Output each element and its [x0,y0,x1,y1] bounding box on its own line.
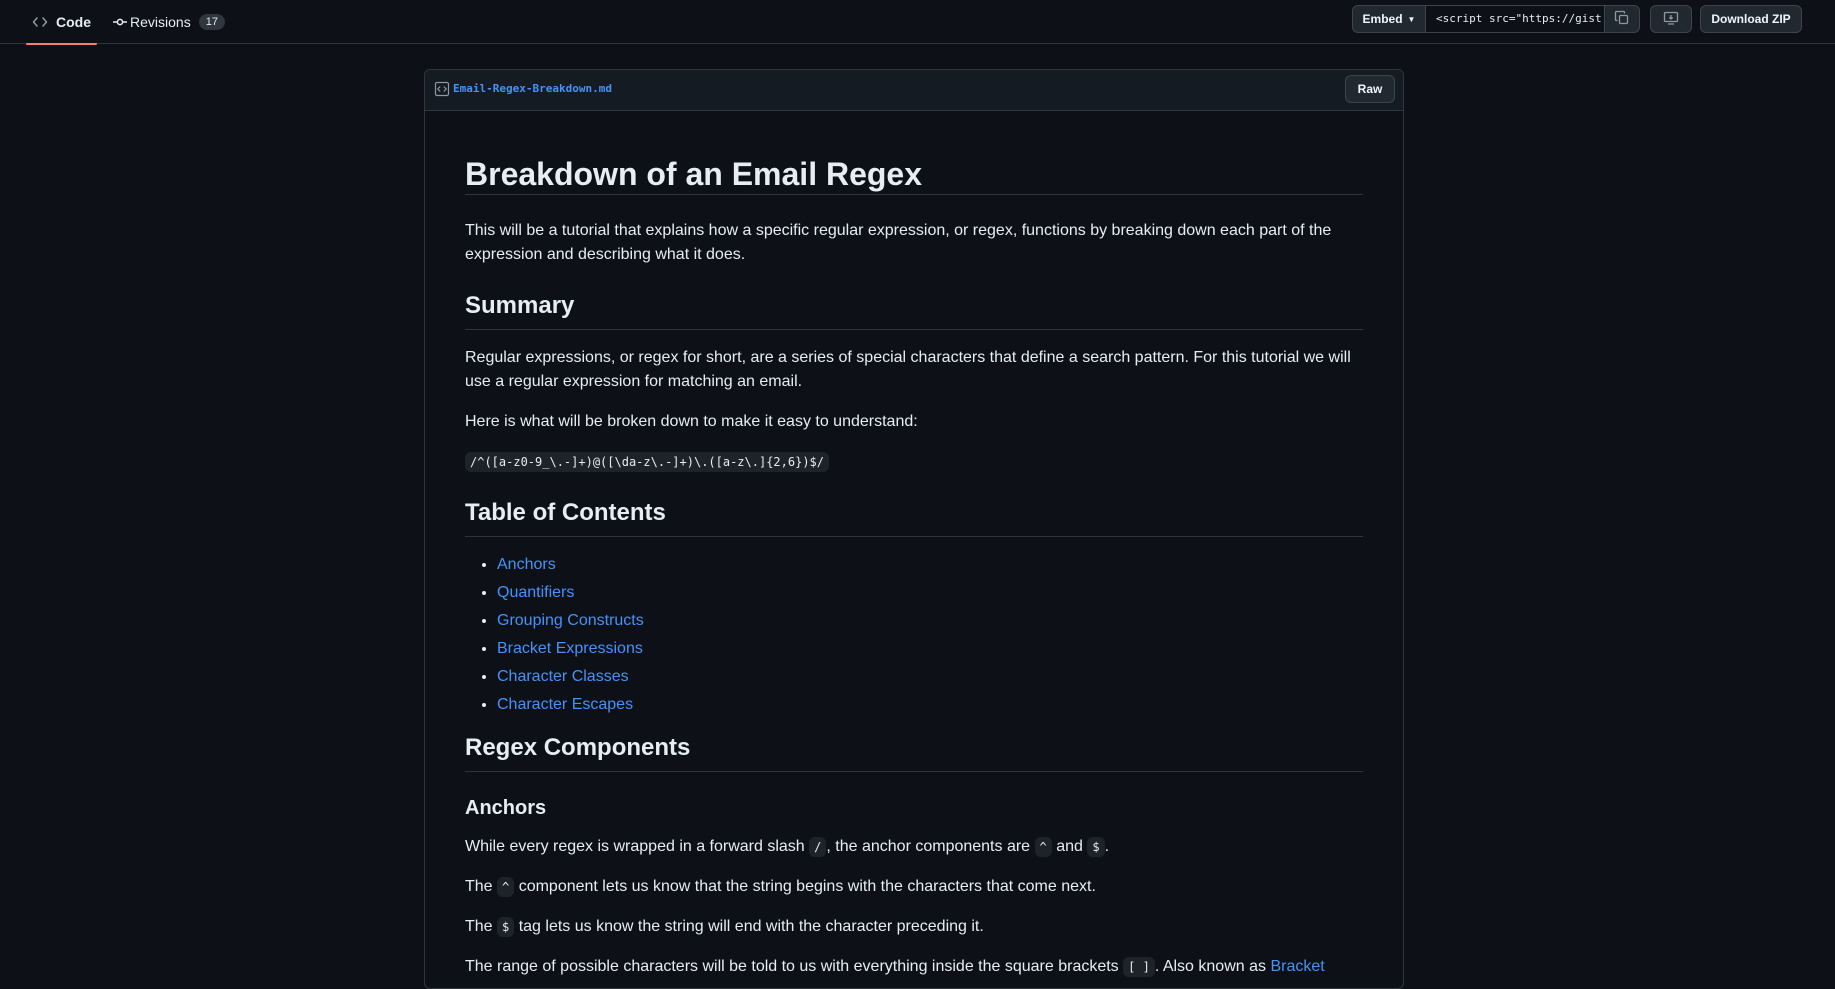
text: The [465,878,498,895]
toc-list: Anchors Quantifiers Grouping Constructs … [465,553,1363,721]
text: , the anchor components are [826,838,1035,855]
slash-code: / [809,837,827,857]
tab-revisions-label: Revisions [130,14,191,30]
brackets-code: [ ] [1123,957,1155,977]
file-code-icon [434,81,450,102]
summary-paragraph: Regular expressions, or regex for short,… [465,349,1351,390]
commit-icon [112,14,128,30]
download-zip-button[interactable]: Download ZIP [1700,5,1802,33]
intro-paragraph: This will be a tutorial that explains ho… [465,222,1332,263]
toc-heading: Table of Contents [465,498,1363,537]
copy-icon [1614,10,1630,29]
list-item: Bracket Expressions [497,637,1363,665]
text: component lets us know that the string b… [514,878,1096,895]
desktop-download-icon [1663,10,1679,29]
toc-link-bracket-expressions[interactable]: Bracket Expressions [497,640,643,657]
bracket-expressions-link[interactable]: Bracket [1270,958,1324,975]
toc-link-character-classes[interactable]: Character Classes [497,668,629,685]
embed-label: Embed [1362,12,1403,26]
toc-link-anchors[interactable]: Anchors [497,556,556,573]
page-title: Breakdown of an Email Regex [465,154,1363,195]
dollar-code: $ [1087,837,1105,857]
tab-revisions[interactable]: Revisions 17 [112,0,225,44]
anchors-heading: Anchors [465,797,547,819]
text: The [465,918,498,935]
file-header: Email-Regex-Breakdown.md Raw [425,70,1403,111]
list-item: Character Escapes [497,693,1363,721]
copy-button[interactable] [1604,5,1640,33]
file-name-link[interactable]: Email-Regex-Breakdown.md [453,82,612,95]
text: . [1104,838,1110,855]
caret-down-icon: ▼ [1407,14,1416,24]
toc-link-character-escapes[interactable]: Character Escapes [497,696,633,713]
dollar-code: $ [497,917,515,937]
list-item: Grouping Constructs [497,609,1363,637]
caret-code: ^ [1034,837,1052,857]
anchors-paragraph-3: The $ tag lets us know the string will e… [465,915,1363,939]
caret-code: ^ [497,877,515,897]
anchors-paragraph-1: While every regex is wrapped in a forwar… [465,835,1363,859]
list-item: Character Classes [497,665,1363,693]
regex-paragraph: /^([a-z0-9_\.-]+)@([\da-z\.-]+)\.([a-z\.… [465,450,1363,474]
open-in-desktop-button[interactable] [1650,5,1692,33]
toc-link-grouping-constructs[interactable]: Grouping Constructs [497,612,644,629]
anchors-paragraph-4: The range of possible characters will be… [465,955,1363,979]
embed-dropdown-button[interactable]: Embed ▼ [1352,5,1426,33]
summary-heading: Summary [465,291,1363,330]
regex-code: /^([a-z0-9_\.-]+)@([\da-z\.-]+)\.([a-z\.… [465,452,830,472]
anchors-paragraph-2: The ^ component lets us know that the st… [465,875,1363,899]
tab-code-label: Code [56,14,91,30]
toc-link-quantifiers[interactable]: Quantifiers [497,584,574,601]
text: . Also known as [1154,958,1271,975]
list-item: Quantifiers [497,581,1363,609]
summary-breakdown-intro: Here is what will be broken down to make… [465,413,918,430]
active-tab-indicator [26,43,97,45]
revisions-count-badge: 17 [198,14,225,30]
tab-code[interactable]: Code [26,0,97,45]
text: tag lets us know the string will end wit… [514,918,984,935]
raw-button[interactable]: Raw [1345,75,1395,103]
components-heading: Regex Components [465,733,1363,772]
text: and [1051,838,1088,855]
markdown-body: Breakdown of an Email Regex This will be… [465,154,1363,979]
embed-code-input[interactable]: <script src="https://gist.github.com [1426,5,1604,33]
file-box: Email-Regex-Breakdown.md Raw Breakdown o… [424,69,1404,989]
text: The range of possible characters will be… [465,958,1124,975]
gist-header-bar: Code Revisions 17 Embed ▼ <script src="h… [0,0,1835,45]
code-icon [32,14,48,30]
text: While every regex is wrapped in a forwar… [465,838,810,855]
list-item: Anchors [497,553,1363,581]
